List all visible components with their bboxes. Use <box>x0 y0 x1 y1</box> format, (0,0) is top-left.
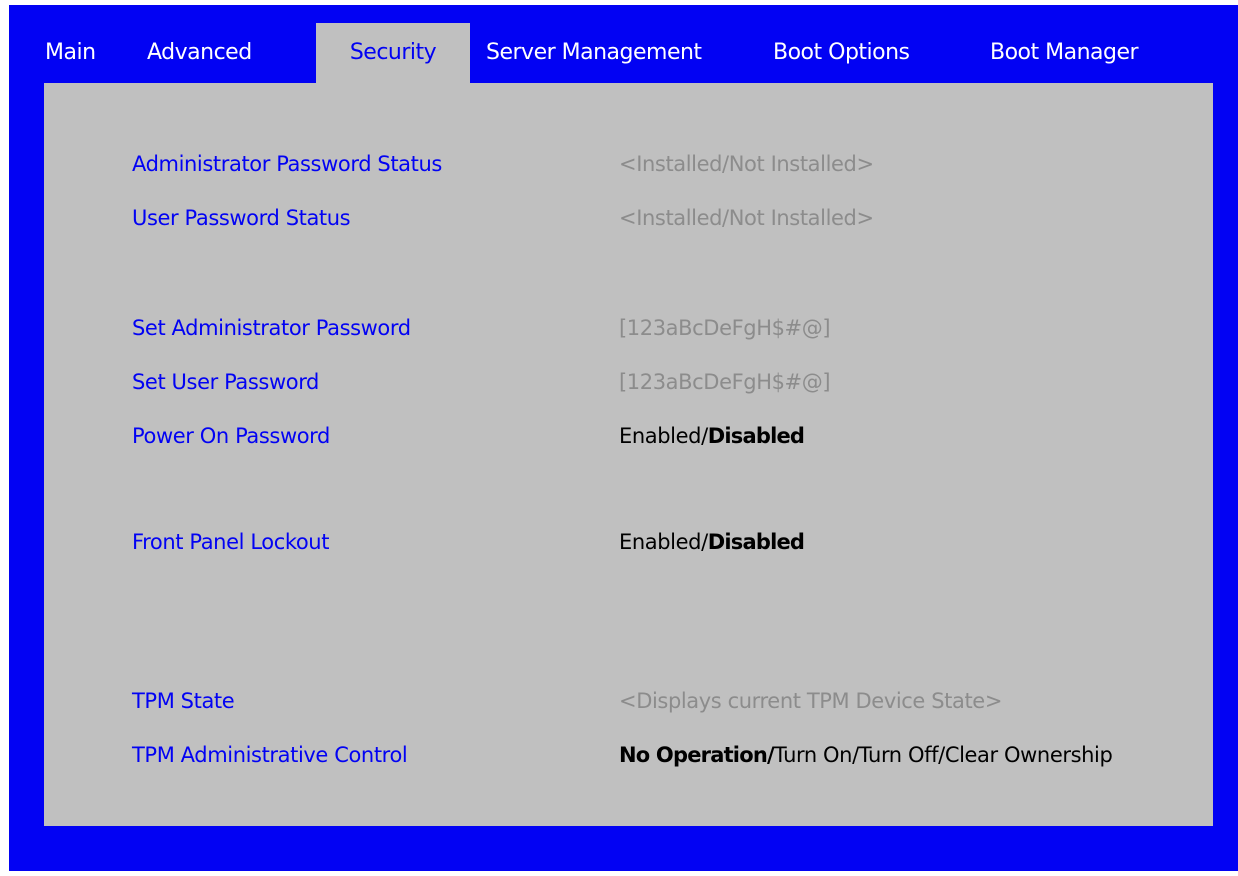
tab-boot-manager[interactable]: Boot Manager <box>990 23 1139 83</box>
power-on-password-options[interactable]: Enabled/Disabled <box>619 421 805 451</box>
tpm-state-value: <Displays current TPM Device State> <box>619 689 1003 713</box>
tpm-state-label: TPM State <box>132 689 235 713</box>
set-admin-password-label[interactable]: Set Administrator Password <box>132 313 411 343</box>
admin-password-status-label: Administrator Password Status <box>132 152 442 176</box>
option-enabled[interactable]: Enabled <box>619 530 701 554</box>
front-panel-lockout-row[interactable]: Front Panel Lockout Enabled/Disabled <box>44 527 1213 557</box>
tpm-state-row: TPM State <Displays current TPM Device S… <box>44 686 1213 716</box>
tpm-admin-control-options[interactable]: No Operation/Turn On/Turn Off/Clear Owne… <box>619 740 1113 770</box>
tab-server-management[interactable]: Server Management <box>486 23 702 83</box>
user-password-status-label: User Password Status <box>132 206 351 230</box>
set-admin-password-field[interactable]: [123aBcDeFgH$#@] <box>619 313 831 343</box>
tab-security[interactable]: Security <box>316 23 470 83</box>
option-enabled[interactable]: Enabled <box>619 424 701 448</box>
tpm-admin-control-label[interactable]: TPM Administrative Control <box>132 740 408 770</box>
option-disabled-default[interactable]: Disabled <box>708 530 805 554</box>
tab-bar: Main Advanced Security Server Management… <box>9 5 1238 83</box>
set-admin-password-row[interactable]: Set Administrator Password [123aBcDeFgH$… <box>44 313 1213 343</box>
bios-setup-screen: Main Advanced Security Server Management… <box>9 5 1238 871</box>
user-password-status-row: User Password Status <Installed/Not Inst… <box>44 203 1213 233</box>
security-settings-panel: Administrator Password Status <Installed… <box>44 83 1213 826</box>
admin-password-status-row: Administrator Password Status <Installed… <box>44 149 1213 179</box>
option-turn-off[interactable]: Turn Off <box>859 743 939 767</box>
front-panel-lockout-options[interactable]: Enabled/Disabled <box>619 527 805 557</box>
set-user-password-label[interactable]: Set User Password <box>132 367 319 397</box>
power-on-password-label[interactable]: Power On Password <box>132 421 330 451</box>
option-no-operation-default[interactable]: No Operation <box>619 743 768 767</box>
power-on-password-row[interactable]: Power On Password Enabled/Disabled <box>44 421 1213 451</box>
tab-main[interactable]: Main <box>45 23 96 83</box>
option-disabled-default[interactable]: Disabled <box>708 424 805 448</box>
tab-advanced[interactable]: Advanced <box>147 23 252 83</box>
front-panel-lockout-label[interactable]: Front Panel Lockout <box>132 527 329 557</box>
set-user-password-row[interactable]: Set User Password [123aBcDeFgH$#@] <box>44 367 1213 397</box>
tpm-admin-control-row[interactable]: TPM Administrative Control No Operation/… <box>44 740 1213 770</box>
user-password-status-value: <Installed/Not Installed> <box>619 206 874 230</box>
option-turn-on[interactable]: Turn On <box>774 743 853 767</box>
option-clear-ownership[interactable]: Clear Ownership <box>945 743 1113 767</box>
tab-boot-options[interactable]: Boot Options <box>773 23 910 83</box>
set-user-password-field[interactable]: [123aBcDeFgH$#@] <box>619 367 831 397</box>
admin-password-status-value: <Installed/Not Installed> <box>619 152 874 176</box>
